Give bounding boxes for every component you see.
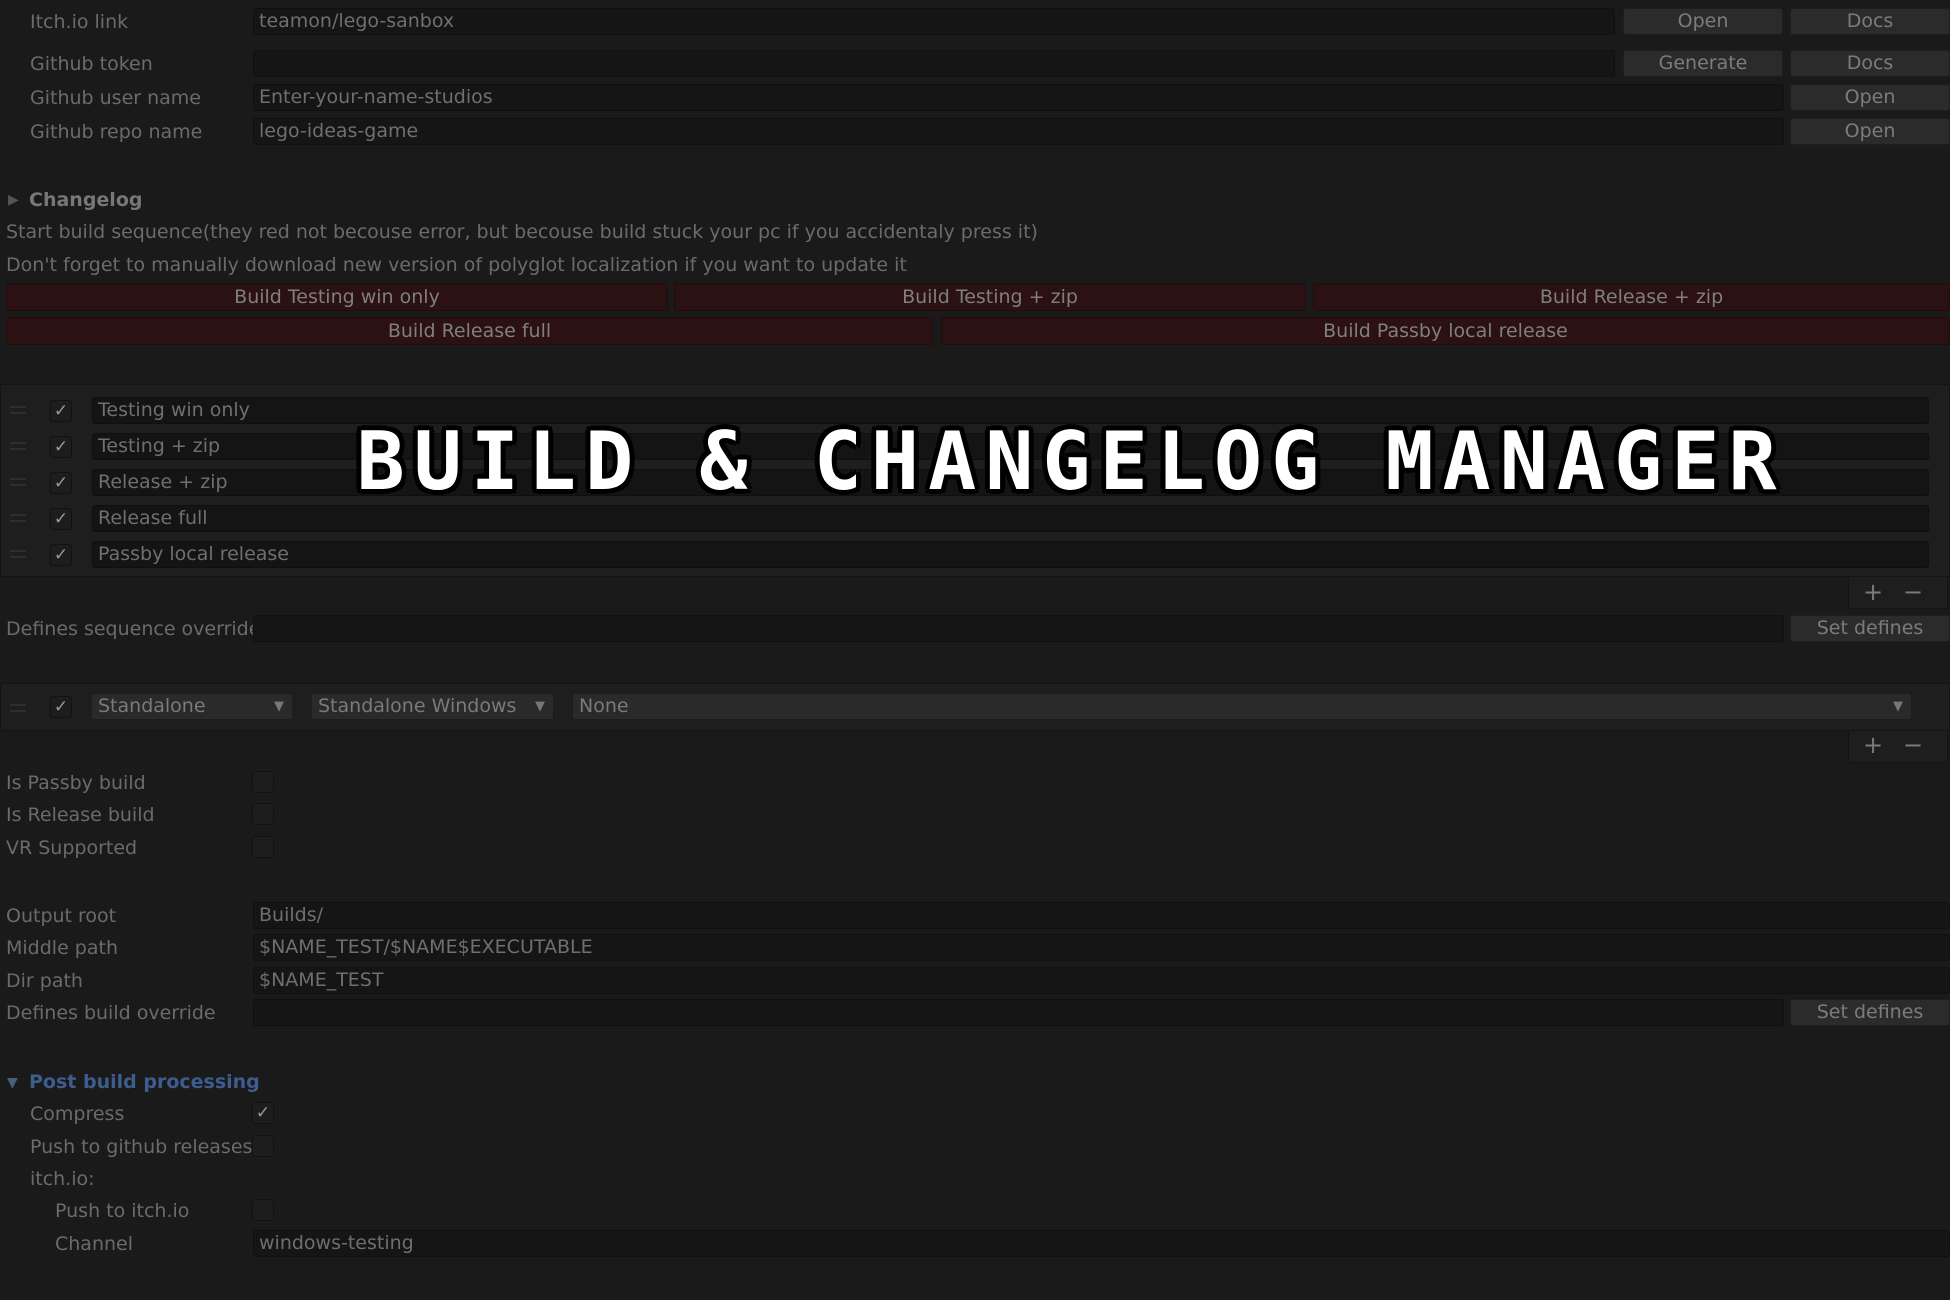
vr-supported-checkbox[interactable]: [252, 836, 274, 858]
github-user-field[interactable]: Enter-your-name-studios: [253, 84, 1784, 111]
build-release-zip-button[interactable]: Build Release + zip: [1313, 283, 1950, 311]
build-passby-local-button[interactable]: Build Passby local release: [941, 317, 1950, 345]
target-dropdown[interactable]: Standalone Windows ▼: [311, 693, 554, 720]
defines-sequence-label: Defines sequence override: [6, 618, 261, 640]
generate-token-button[interactable]: Generate: [1623, 50, 1783, 77]
github-repo-label: Github repo name: [30, 121, 203, 143]
drag-handle-icon[interactable]: [10, 442, 26, 450]
post-build-foldout-arrow-icon[interactable]: ▼: [7, 1075, 18, 1091]
vr-supported-label: VR Supported: [6, 837, 138, 859]
middle-path-field[interactable]: $NAME_TEST/$NAME$EXECUTABLE: [253, 934, 1950, 961]
is-passby-build-checkbox[interactable]: [252, 771, 274, 793]
is-release-build-checkbox[interactable]: [252, 803, 274, 825]
github-user-open-button[interactable]: Open: [1790, 84, 1950, 111]
is-passby-build-label: Is Passby build: [6, 772, 146, 794]
output-root-label: Output root: [6, 905, 117, 927]
token-docs-button[interactable]: Docs: [1790, 50, 1950, 77]
dir-path-field[interactable]: $NAME_TEST: [253, 967, 1950, 994]
github-token-field[interactable]: [253, 50, 1615, 77]
defines-build-field[interactable]: [253, 999, 1784, 1026]
drag-handle-icon[interactable]: [10, 406, 26, 414]
push-itch-checkbox[interactable]: [252, 1199, 274, 1221]
build-release-full-button[interactable]: Build Release full: [6, 317, 933, 345]
sequence-item-checkbox[interactable]: ✓: [50, 436, 72, 458]
github-repo-open-button[interactable]: Open: [1790, 118, 1950, 145]
itch-section-label: itch.io:: [30, 1168, 95, 1190]
sequence-item-checkbox[interactable]: ✓: [50, 508, 72, 530]
remove-target-icon[interactable]: −: [1900, 731, 1926, 759]
changelog-foldout-label[interactable]: Changelog: [29, 186, 142, 214]
build-testing-win-button[interactable]: Build Testing win only: [6, 283, 668, 311]
push-github-checkbox[interactable]: [252, 1135, 274, 1157]
sequence-item-field[interactable]: Passby local release: [92, 541, 1929, 568]
dir-path-label: Dir path: [6, 970, 83, 992]
option-dropdown[interactable]: None ▼: [572, 693, 1912, 720]
push-github-label: Push to github releases: [30, 1136, 253, 1158]
platform-dropdown[interactable]: Standalone ▼: [91, 693, 293, 720]
output-root-field[interactable]: Builds/: [253, 902, 1950, 929]
itch-link-label: Itch.io link: [30, 11, 129, 33]
sequence-item-field[interactable]: Release full: [92, 505, 1929, 532]
set-defines-build-button[interactable]: Set defines: [1790, 999, 1950, 1026]
drag-handle-icon[interactable]: [10, 704, 26, 712]
drag-handle-icon[interactable]: [10, 478, 26, 486]
build-sequence-note: Start build sequence(they red not becous…: [6, 221, 1038, 243]
chevron-down-icon: ▼: [535, 699, 545, 714]
github-token-label: Github token: [30, 53, 153, 75]
sequence-item-checkbox[interactable]: ✓: [50, 400, 72, 422]
sequence-item-checkbox[interactable]: ✓: [50, 472, 72, 494]
sequence-item-checkbox[interactable]: ✓: [50, 544, 72, 566]
itch-link-field[interactable]: teamon/lego-sanbox: [253, 8, 1615, 35]
remove-sequence-icon[interactable]: −: [1900, 578, 1926, 606]
option-dropdown-value: None: [579, 695, 629, 717]
itch-open-button[interactable]: Open: [1623, 8, 1783, 35]
target-dropdown-value: Standalone Windows: [318, 695, 517, 717]
defines-build-label: Defines build override: [6, 1002, 216, 1024]
polyglot-note: Don't forget to manually download new ve…: [6, 254, 907, 276]
middle-path-label: Middle path: [6, 937, 118, 959]
overlay-title: BUILD & CHANGELOG MANAGER: [356, 415, 1786, 508]
platform-dropdown-value: Standalone: [98, 695, 206, 717]
chevron-down-icon: ▼: [274, 699, 284, 714]
set-defines-sequence-button[interactable]: Set defines: [1790, 615, 1950, 642]
build-testing-zip-button[interactable]: Build Testing + zip: [674, 283, 1306, 311]
defines-sequence-field[interactable]: [253, 615, 1784, 642]
add-sequence-icon[interactable]: +: [1860, 578, 1886, 606]
compress-label: Compress: [30, 1103, 125, 1125]
drag-handle-icon[interactable]: [10, 550, 26, 558]
push-itch-label: Push to itch.io: [55, 1200, 190, 1222]
post-build-foldout-label[interactable]: Post build processing: [29, 1068, 260, 1096]
channel-field[interactable]: windows-testing: [253, 1230, 1950, 1257]
drag-handle-icon[interactable]: [10, 514, 26, 522]
github-user-label: Github user name: [30, 87, 201, 109]
github-repo-field[interactable]: lego-ideas-game: [253, 118, 1784, 145]
channel-label: Channel: [55, 1233, 134, 1255]
target-enabled-checkbox[interactable]: ✓: [50, 696, 72, 718]
is-release-build-label: Is Release build: [6, 804, 155, 826]
add-target-icon[interactable]: +: [1860, 731, 1886, 759]
chevron-down-icon: ▼: [1893, 699, 1903, 714]
compress-checkbox[interactable]: ✓: [252, 1102, 274, 1124]
changelog-foldout-arrow-icon[interactable]: ▶: [8, 192, 19, 208]
itch-docs-button[interactable]: Docs: [1790, 8, 1950, 35]
